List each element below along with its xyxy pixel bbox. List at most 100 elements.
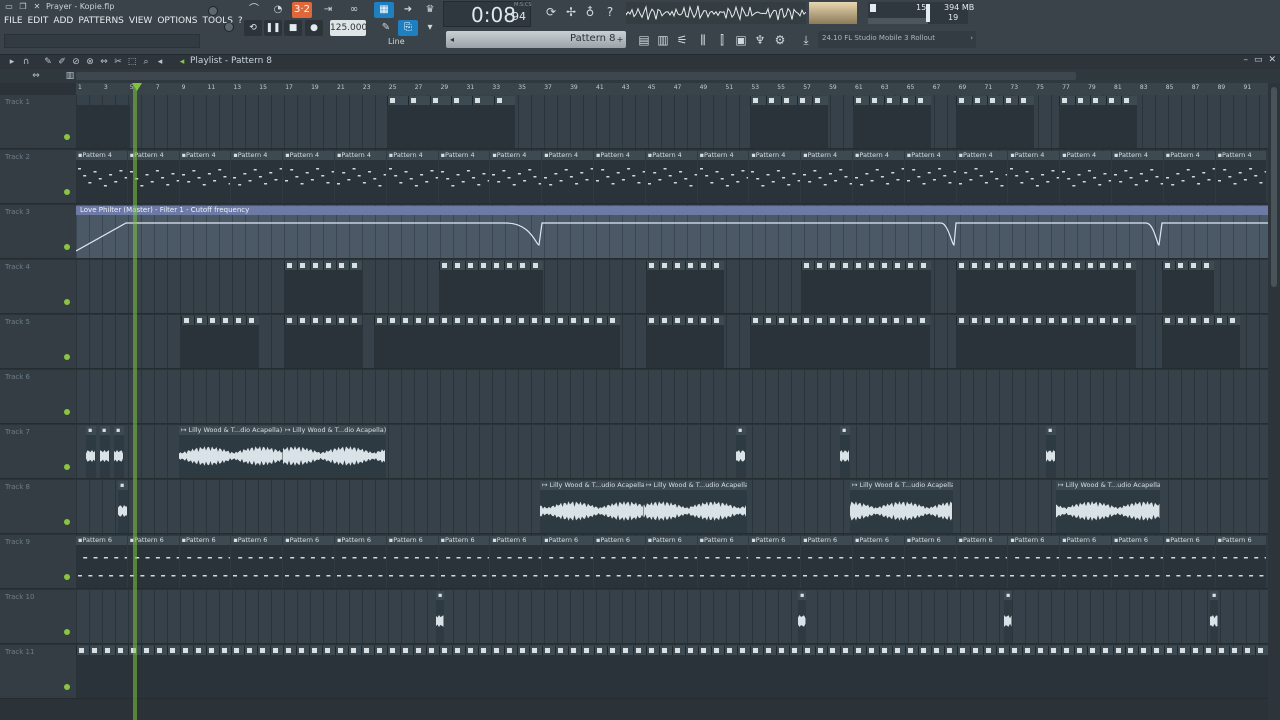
track-active-led[interactable] — [64, 464, 70, 470]
audio-clip-short[interactable]: ▪ — [114, 426, 124, 478]
pattern-clip[interactable] — [76, 96, 130, 148]
audio-clip-short[interactable]: ▪ — [1004, 591, 1012, 643]
metronome-icon[interactable]: ⌒ — [244, 2, 264, 18]
pattern-clip[interactable] — [750, 96, 828, 148]
pattern6-clip[interactable]: ▪Pattern 6 — [438, 536, 490, 588]
pattern4-clip[interactable]: ▪Pattern 4 — [386, 151, 438, 203]
audio-clip-short[interactable]: ▪ — [798, 591, 806, 643]
pattern6-clip[interactable]: ▪Pattern 6 — [1163, 536, 1215, 588]
pattern4-clip[interactable]: ▪Pattern 4 — [438, 151, 490, 203]
track-lane-10[interactable]: ▪ ▪ ▪ ▪ — [76, 590, 1268, 644]
pattern-clip[interactable] — [646, 316, 724, 368]
menu-add[interactable]: ADD — [53, 16, 73, 30]
playlist-arrow-icon[interactable]: ◂ — [176, 55, 188, 69]
playlist-icon[interactable]: ▤ — [636, 32, 652, 48]
pattern4-clip[interactable]: ▪Pattern 4 — [1215, 151, 1267, 203]
pattern6-clip[interactable]: ▪Pattern 6 — [231, 536, 283, 588]
microphone-icon[interactable]: ♁ — [582, 4, 598, 20]
pattern6-clip[interactable]: ▪Pattern 6 — [1008, 536, 1060, 588]
track-active-led[interactable] — [64, 574, 70, 580]
pause-button[interactable]: ❚❚ — [264, 20, 282, 36]
track-active-led[interactable] — [64, 629, 70, 635]
track-lane-6[interactable] — [76, 370, 1268, 424]
menu-view[interactable]: VIEW — [129, 16, 152, 30]
track-active-led[interactable] — [64, 684, 70, 690]
pattern6-clip[interactable]: ▪Pattern 6 — [490, 536, 542, 588]
history-icon[interactable]: ⟳ — [543, 4, 559, 20]
close-icon[interactable]: ✕ — [32, 2, 42, 12]
pattern4-row[interactable]: ▪Pattern 4 ▪Pattern 4 ▪Pattern 4 ▪Pattern 4… — [76, 151, 1268, 203]
timeline-ruler[interactable]: 1 3 5 7 9 11 13 15 17 19 21 23 25 27 29 31 33 35 37 39 41 43 4… — [76, 83, 1268, 95]
pattern4-clip[interactable]: ▪Pattern 4 — [542, 151, 593, 203]
track-header-6[interactable]: Track 6 — [0, 370, 76, 424]
vertical-scrollbar[interactable] — [1268, 83, 1280, 720]
paint-brush-icon[interactable]: ✎ — [376, 20, 396, 36]
track-header-2[interactable]: Track 2 — [0, 150, 76, 204]
pattern6-clip[interactable]: ▪Pattern 6 — [853, 536, 904, 588]
track-active-led[interactable] — [64, 409, 70, 415]
pattern-clip[interactable] — [956, 96, 1034, 148]
pattern4-clip[interactable]: ▪Pattern 4 — [853, 151, 904, 203]
mute-icon[interactable]: ⊗ — [84, 55, 96, 69]
restore-icon[interactable]: ❐ — [18, 2, 28, 12]
mixer-alt-icon[interactable]: ⫿ — [714, 32, 730, 48]
snap-icon[interactable]: ▦ — [374, 2, 394, 18]
track-lane-8[interactable]: ▪ ↦ Lilly Wood & T...udio Acapella) ↦ Li… — [76, 480, 1268, 534]
pattern4-clip[interactable]: ▪Pattern 4 — [645, 151, 697, 203]
pattern4-clip[interactable]: ▪Pattern 4 — [335, 151, 386, 203]
track-header-1[interactable]: Track 1 — [0, 95, 76, 149]
pattern4-clip[interactable]: ▪Pattern 4 — [179, 151, 231, 203]
pattern-next-icon[interactable]: + — [614, 31, 626, 48]
pattern6-clip[interactable]: ▪Pattern 6 — [956, 536, 1008, 588]
track-header-9[interactable]: Track 9 — [0, 535, 76, 589]
pattern4-clip[interactable]: ▪Pattern 4 — [1163, 151, 1215, 203]
track-active-led[interactable] — [64, 189, 70, 195]
link-icon[interactable]: ⎘ — [398, 20, 418, 36]
browser-icon[interactable]: ▣ — [733, 32, 749, 48]
track-header-10[interactable]: Track 10 — [0, 590, 76, 644]
audio-clip-short[interactable]: ▪ — [86, 426, 96, 478]
pattern6-clip[interactable]: ▪Pattern 6 — [542, 536, 593, 588]
pencil-icon[interactable]: ✎ — [42, 55, 54, 69]
time-display[interactable]: 0:08 94 M:S:CS — [443, 1, 532, 27]
pattern4-clip[interactable]: ▪Pattern 4 — [231, 151, 283, 203]
track-active-led[interactable] — [64, 354, 70, 360]
menu-file[interactable]: FILE — [4, 16, 23, 30]
pattern6-clip[interactable]: ▪Pattern 6 — [1215, 536, 1267, 588]
pattern6-clip[interactable]: ▪Pattern 6 — [76, 536, 127, 588]
pattern-clip[interactable] — [750, 316, 930, 368]
pattern-clip[interactable] — [1162, 316, 1240, 368]
pattern-selector[interactable]: ◂ Pattern 8 + — [446, 31, 626, 48]
pattern-clip[interactable] — [853, 96, 931, 148]
maximize-icon[interactable]: ▭ — [1254, 55, 1263, 65]
vertical-scrollbar-thumb[interactable] — [1271, 87, 1277, 287]
audio-clip-short[interactable]: ▪ — [100, 426, 110, 478]
pattern4-clip[interactable]: ▪Pattern 4 — [904, 151, 956, 203]
track-options-icon[interactable]: ▥ — [64, 69, 76, 83]
loop-record-icon[interactable]: ∞ — [344, 2, 364, 18]
pattern-clip[interactable] — [374, 316, 620, 368]
horizontal-scrollbar[interactable] — [76, 72, 1076, 80]
pattern6-clip[interactable]: ▪Pattern 6 — [645, 536, 697, 588]
pattern6-clip[interactable]: ▪Pattern 6 — [697, 536, 749, 588]
track-lane-1[interactable] — [76, 95, 1268, 149]
delete-icon[interactable]: ⊘ — [70, 55, 82, 69]
pattern4-clip[interactable]: ▪Pattern 4 — [801, 151, 852, 203]
pattern-prev-icon[interactable]: ◂ — [446, 31, 458, 48]
automation-clip[interactable]: Love Philter (Master) - Filter 1 - Cutof… — [76, 206, 1268, 258]
audio-clip-short[interactable]: ▪ — [1210, 591, 1218, 643]
close-icon[interactable]: ✕ — [1268, 55, 1276, 65]
track-header-11[interactable]: Track 11 — [0, 645, 76, 699]
track-lane-4[interactable] — [76, 260, 1268, 314]
audio-clip-short[interactable]: ▪ — [436, 591, 444, 643]
audio-clip[interactable]: ↦ Lilly Wood & T...udio Acapella) — [540, 481, 644, 533]
pattern-clip[interactable] — [956, 316, 1136, 368]
track-header-7[interactable]: Track 7 — [0, 425, 76, 479]
track-header-8[interactable]: Track 8 — [0, 480, 76, 534]
pattern-clip[interactable] — [387, 96, 515, 148]
news-ticker[interactable]: 24.10 FL Studio Mobile 3 Rollout › — [818, 31, 976, 48]
plugin-icon[interactable]: ♆ — [752, 32, 768, 48]
pattern6-clip[interactable]: ▪Pattern 6 — [904, 536, 956, 588]
master-pitch-knob[interactable] — [224, 22, 234, 32]
track-lane-9[interactable]: ▪Pattern 6 ▪Pattern 6 ▪Pattern 6 ▪Pattern 6… — [76, 535, 1268, 589]
